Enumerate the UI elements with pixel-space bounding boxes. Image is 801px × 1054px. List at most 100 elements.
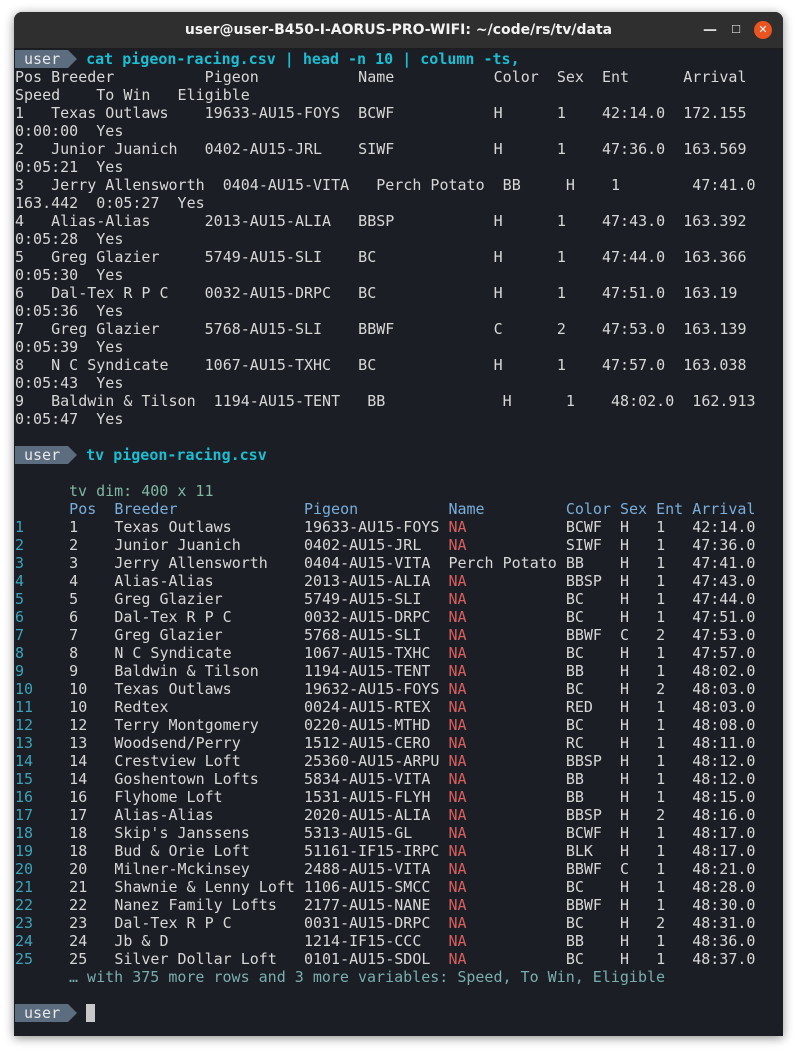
table-row[interactable]: 23 23 Dal-Tex R P C 0031-AU15-DRPC NA BC H 2 48:…: [15, 914, 764, 932]
table-row[interactable]: 15 14 Goshentown Lofts 5834-AU15-VITA NA BB H 1…: [15, 770, 764, 788]
table-cell: 1512-AU15-CERO: [303, 734, 431, 752]
table-row[interactable]: 13 13 Woodsend/Perry 1512-AU15-CERO NA RC H 1 48…: [15, 734, 764, 752]
table-cell: Baldwin & Tilson: [114, 662, 259, 680]
tv-dimensions: tv dim: 400 x 11: [69, 482, 214, 500]
table-cell: H: [620, 932, 630, 950]
csv-output-line: 7 Greg Glazier 5768-AU15-SLI BBWF C 2 47…: [15, 320, 747, 338]
table-cell: 20: [69, 860, 88, 878]
table-cell: Alias-Alias: [114, 572, 214, 590]
table-cell: H: [620, 806, 630, 824]
prompt-line-1: user cat pigeon-racing.csv | head -n 10 …: [15, 50, 520, 68]
table-row[interactable]: 10 10 Texas Outlaws 19632-AU15-FOYS NA BC H 2 48…: [15, 680, 764, 698]
table-row[interactable]: 14 14 Crestview Loft 25360-AU15-ARPU NA BBSP H…: [15, 752, 764, 770]
table-cell: BC: [565, 914, 584, 932]
table-cell: NA: [448, 626, 467, 644]
row-index: 5: [15, 590, 25, 608]
table-cell: NA: [448, 860, 467, 878]
tv-header-ent[interactable]: Ent: [656, 500, 692, 518]
table-cell: 5749-AU15-SLI: [303, 590, 422, 608]
csv-output-line: 0:05:21 Yes: [15, 158, 124, 176]
table-cell: NA: [448, 518, 467, 536]
user-badge: user: [15, 446, 78, 464]
row-index: 20: [15, 860, 34, 878]
table-cell: 25: [69, 950, 88, 968]
table-cell: Greg Glazier: [114, 626, 223, 644]
tv-header-pos[interactable]: Pos: [69, 500, 114, 518]
table-row[interactable]: 17 17 Alias-Alias 2020-AU15-ALIA NA BBSP H 2 48:…: [15, 806, 764, 824]
title-bar[interactable]: user@user-B450-I-AORUS-PRO-WIFI: ~/code/…: [14, 12, 783, 49]
table-row[interactable]: 21 21 Shawnie & Lenny Loft 1106-AU15-SMCC NA…: [15, 878, 764, 896]
table-row[interactable]: 6 6 Dal-Tex R P C 0032-AU15-DRPC NA BC H 1 47:51…: [15, 608, 764, 626]
table-row[interactable]: 22 22 Nanez Family Lofts 2177-AU15-NANE NA BB…: [15, 896, 764, 914]
table-cell: Bud & Orie Loft: [114, 842, 250, 860]
table-row[interactable]: 4 4 Alias-Alias 2013-AU15-ALIA NA BBSP H 1 47:43…: [15, 572, 764, 590]
table-row[interactable]: 24 24 Jb & D 1214-IF15-CCC NA BB H 1 48:36.0: [15, 932, 764, 950]
table-cell: NA: [448, 572, 467, 590]
row-index: 24: [15, 932, 34, 950]
table-cell: 1194-AU15-TENT: [303, 662, 431, 680]
table-cell: 1: [656, 536, 666, 554]
row-index: 18: [15, 824, 34, 842]
csv-output-line: 4 Alias-Alias 2013-AU15-ALIA BBSP H 1 47…: [15, 212, 747, 230]
csv-output-line: 0:05:30 Yes: [15, 266, 124, 284]
table-cell: NA: [448, 950, 467, 968]
table-cell: Silver Dollar Loft: [114, 950, 277, 968]
table-cell: 18: [69, 842, 88, 860]
tv-header-sex[interactable]: Sex: [620, 500, 656, 518]
table-cell: 6: [69, 608, 79, 626]
table-row[interactable]: 2 2 Junior Juanich 0402-AU15-JRL NA SIWF H 1 47:…: [15, 536, 764, 554]
close-icon[interactable]: ✕: [754, 21, 772, 39]
tv-header-color[interactable]: Color: [566, 500, 620, 518]
table-cell: 1: [656, 590, 666, 608]
row-index: 13: [15, 734, 34, 752]
tv-header-breeder[interactable]: Breeder: [114, 500, 304, 518]
tv-header-name[interactable]: Name: [448, 500, 565, 518]
table-cell: C: [620, 626, 630, 644]
table-cell: NA: [448, 734, 467, 752]
table-cell: 48:11.0: [692, 734, 756, 752]
table-cell: Dal-Tex R P C: [114, 914, 232, 932]
table-row[interactable]: 25 25 Silver Dollar Loft 0101-AU15-SDOL NA BC…: [15, 950, 764, 968]
command-text: cat pigeon-racing.csv | head -n 10 | col…: [86, 50, 520, 68]
table-cell: 48:28.0: [692, 878, 756, 896]
table-row[interactable]: 18 18 Skip's Janssens 5313-AU15-GL NA BCWF H 1 4…: [15, 824, 764, 842]
table-cell: H: [620, 950, 630, 968]
table-cell: Alias-Alias: [114, 806, 214, 824]
table-cell: 23: [69, 914, 88, 932]
terminal-output[interactable]: user cat pigeon-racing.csv | head -n 10 …: [14, 49, 783, 1036]
table-cell: NA: [448, 896, 467, 914]
table-row[interactable]: 12 12 Terry Montgomery 0220-AU15-MTHD NA BC H 1…: [15, 716, 764, 734]
tv-header-pigeon[interactable]: Pigeon: [304, 500, 448, 518]
table-row[interactable]: 1 1 Texas Outlaws 19633-AU15-FOYS NA BCWF H 1 42…: [15, 518, 764, 536]
table-row[interactable]: 8 8 N C Syndicate 1067-AU15-TXHC NA BC H 1 47:57…: [15, 644, 764, 662]
table-row[interactable]: 9 9 Baldwin & Tilson 1194-AU15-TENT NA BB H 1 48…: [15, 662, 764, 680]
maximize-icon[interactable]: ☐: [727, 21, 745, 39]
table-cell: 1: [656, 896, 666, 914]
table-cell: Shawnie & Lenny Loft: [114, 878, 295, 896]
minimize-icon[interactable]: —: [701, 21, 719, 39]
table-cell: 1: [656, 698, 666, 716]
table-cell: H: [620, 878, 630, 896]
table-cell: C: [620, 860, 630, 878]
csv-output-line: 3 Jerry Allensworth 0404-AU15-VITA Perch…: [15, 176, 756, 194]
table-cell: 22: [69, 896, 88, 914]
table-row[interactable]: 7 7 Greg Glazier 5768-AU15-SLI NA BBWF C 2 47:53…: [15, 626, 764, 644]
table-cell: 48:12.0: [692, 752, 756, 770]
table-row[interactable]: 19 18 Bud & Orie Loft 51161-IF15-IRPC NA BLK H…: [15, 842, 764, 860]
table-row[interactable]: 3 3 Jerry Allensworth 0404-AU15-VITA Perch P…: [15, 554, 764, 572]
table-row[interactable]: 16 16 Flyhome Loft 1531-AU15-FLYH NA BB H 1 48:1…: [15, 788, 764, 806]
table-cell: RED: [565, 698, 593, 716]
table-cell: 2177-AU15-NANE: [303, 896, 431, 914]
table-cell: BB: [565, 554, 584, 572]
table-cell: 47:53.0: [692, 626, 756, 644]
table-cell: 5: [69, 590, 79, 608]
tv-header-arrival[interactable]: Arrival: [692, 500, 764, 518]
table-row[interactable]: 5 5 Greg Glazier 5749-AU15-SLI NA BC H 1 47:44.0: [15, 590, 764, 608]
table-row[interactable]: 20 20 Milner-Mckinsey 2488-AU15-VITA NA BBWF C…: [15, 860, 764, 878]
table-cell: 1: [656, 716, 666, 734]
table-cell: NA: [448, 536, 467, 554]
table-row[interactable]: 11 10 Redtex 0024-AU15-RTEX NA RED H 1 48:03.0: [15, 698, 764, 716]
table-cell: 1067-AU15-TXHC: [303, 644, 431, 662]
table-cell: H: [620, 896, 630, 914]
csv-output-line: 2 Junior Juanich 0402-AU15-JRL SIWF H 1 …: [15, 140, 747, 158]
